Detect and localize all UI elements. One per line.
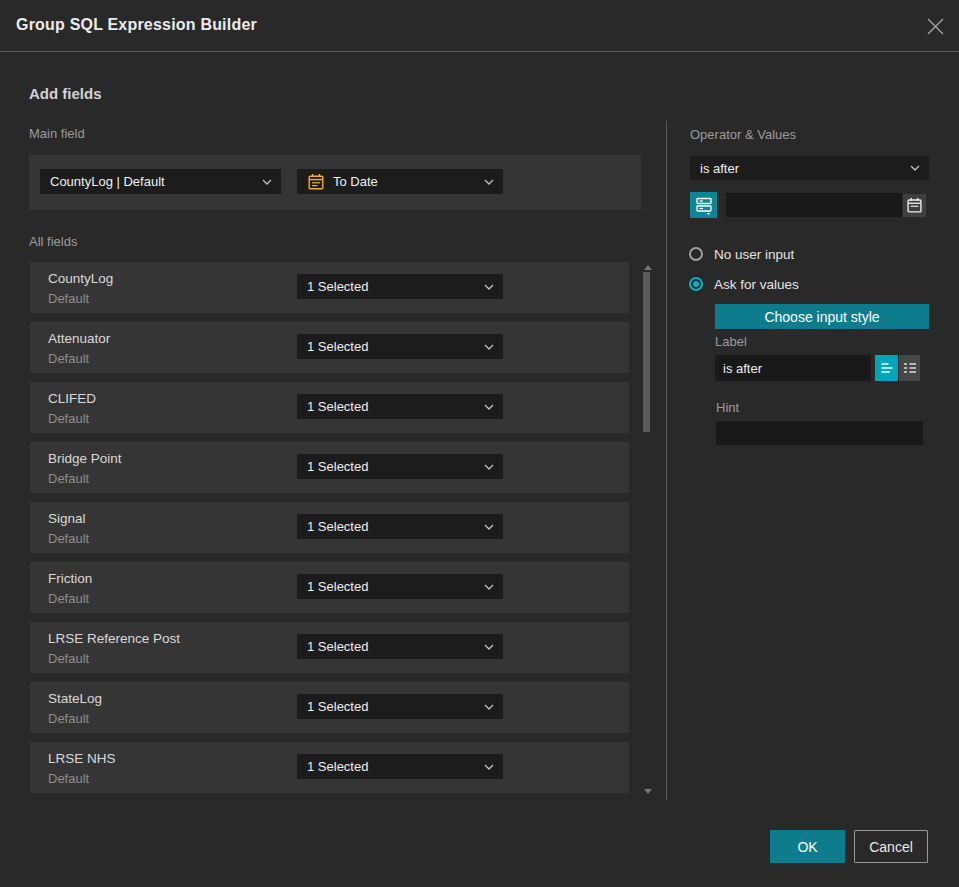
main-field-panel: CountyLog | Default To Date [29,155,641,210]
no-user-input-label: No user input [714,247,794,262]
field-row: LRSE Reference Post Default 1 Selected [30,622,629,673]
label-input[interactable] [715,355,871,381]
field-selected-dropdown[interactable]: 1 Selected [297,454,503,479]
chevron-down-icon [484,464,494,470]
ask-for-values-radio[interactable] [689,277,703,291]
choose-input-style-button[interactable]: Choose input style [715,304,929,329]
field-subtitle: Default [48,771,89,786]
input-type-button[interactable] [690,192,717,218]
value-input[interactable] [726,193,902,217]
list-icon [901,359,919,377]
dialog-title: Group SQL Expression Builder [16,16,257,34]
list-style-button[interactable] [899,355,920,381]
field-row: CLIFED Default 1 Selected [30,382,629,433]
field-name: Attenuator [48,331,110,346]
field-name: CountyLog [48,271,113,286]
field-selected-value: 1 Selected [307,579,368,594]
operator-dropdown[interactable]: is after [690,156,929,180]
field-name: Signal [48,511,86,526]
stacked-input-icon [694,195,714,215]
calendar-icon [906,197,923,214]
operator-values-heading: Operator & Values [690,127,796,142]
field-subtitle: Default [48,531,89,546]
field-subtitle: Default [48,711,89,726]
field-row: Attenuator Default 1 Selected [30,322,629,373]
main-field-dropdown[interactable]: CountyLog | Default [40,169,281,194]
field-name: CLIFED [48,391,96,406]
field-name: StateLog [48,691,102,706]
calendar-icon [307,173,325,191]
field-selected-value: 1 Selected [307,279,368,294]
field-selected-dropdown[interactable]: 1 Selected [297,754,503,779]
field-selected-dropdown[interactable]: 1 Selected [297,694,503,719]
field-subtitle: Default [48,351,89,366]
field-selected-dropdown[interactable]: 1 Selected [297,514,503,539]
label-caption: Label [715,334,747,349]
field-selected-dropdown[interactable]: 1 Selected [297,274,503,299]
chevron-down-icon [484,524,494,530]
field-name: Bridge Point [48,451,122,466]
main-field-value-dropdown-value: To Date [333,174,378,189]
field-selected-dropdown[interactable]: 1 Selected [297,394,503,419]
field-row: StateLog Default 1 Selected [30,682,629,733]
group-sql-expression-builder-dialog: Group SQL Expression Builder Add fields … [0,0,959,887]
single-line-style-button[interactable] [875,355,898,381]
field-subtitle: Default [48,651,89,666]
chevron-down-icon [262,179,272,185]
scrollbar-thumb[interactable] [643,272,650,432]
ask-for-values-label: Ask for values [714,277,799,292]
field-subtitle: Default [48,291,89,306]
field-selected-dropdown[interactable]: 1 Selected [297,334,503,359]
field-selected-value: 1 Selected [307,639,368,654]
ok-button[interactable]: OK [770,830,845,863]
field-selected-dropdown[interactable]: 1 Selected [297,634,503,659]
add-fields-heading: Add fields [29,85,102,102]
field-row: CountyLog Default 1 Selected [30,262,629,313]
dialog-header: Group SQL Expression Builder [0,0,959,52]
field-row: Bridge Point Default 1 Selected [30,442,629,493]
scrollbar-down-arrow-icon[interactable] [644,789,652,794]
field-subtitle: Default [48,411,89,426]
chevron-down-icon [484,284,494,290]
main-field-label: Main field [29,126,85,141]
cancel-button[interactable]: Cancel [854,830,928,863]
field-row: Friction Default 1 Selected [30,562,629,613]
chevron-down-icon [484,704,494,710]
main-field-dropdown-value: CountyLog | Default [50,174,165,189]
field-selected-value: 1 Selected [307,519,368,534]
field-selected-value: 1 Selected [307,759,368,774]
chevron-down-icon [910,165,920,171]
field-name: Friction [48,571,92,586]
scrollbar-up-arrow-icon[interactable] [644,265,652,270]
field-row: LRSE NHS Default 1 Selected [30,742,629,793]
chevron-down-icon [484,584,494,590]
hint-caption: Hint [716,400,739,415]
field-subtitle: Default [48,471,89,486]
field-selected-value: 1 Selected [307,459,368,474]
field-row: Signal Default 1 Selected [30,502,629,553]
field-selected-value: 1 Selected [307,339,368,354]
field-selected-value: 1 Selected [307,699,368,714]
all-fields-label: All fields [29,234,77,249]
align-left-icon [878,359,896,377]
chevron-down-icon [484,344,494,350]
field-subtitle: Default [48,591,89,606]
field-selected-value: 1 Selected [307,399,368,414]
chevron-down-icon [484,764,494,770]
main-field-value-dropdown[interactable]: To Date [297,169,503,194]
field-name: LRSE NHS [48,751,116,766]
panel-divider [666,121,667,800]
date-picker-button[interactable] [903,194,926,217]
chevron-down-icon [484,179,494,185]
hint-input[interactable] [716,421,923,445]
chevron-down-icon [484,644,494,650]
field-selected-dropdown[interactable]: 1 Selected [297,574,503,599]
no-user-input-radio[interactable] [689,247,703,261]
field-name: LRSE Reference Post [48,631,180,646]
operator-dropdown-value: is after [700,161,739,176]
chevron-down-icon [484,404,494,410]
close-icon[interactable] [924,15,947,38]
